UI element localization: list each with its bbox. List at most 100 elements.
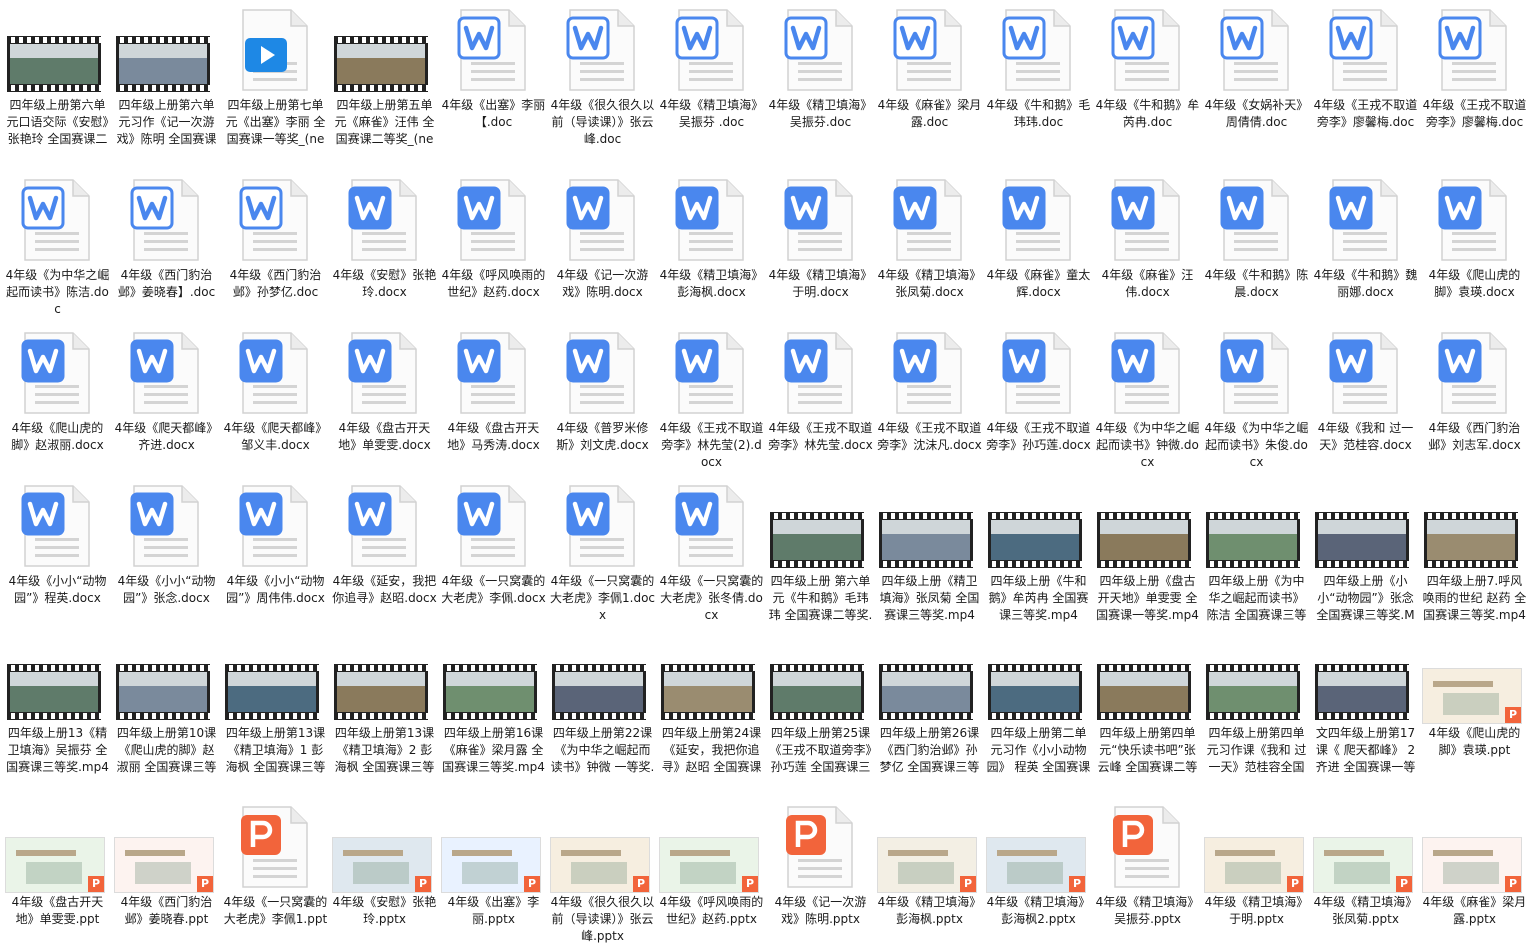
file-thumbnail[interactable] <box>875 4 984 96</box>
file-thumbnail[interactable] <box>221 174 330 266</box>
file-thumbnail[interactable] <box>112 174 221 266</box>
file-thumbnail[interactable] <box>1093 480 1202 572</box>
file-thumbnail[interactable]: P <box>439 801 548 893</box>
file-thumbnail[interactable] <box>984 174 1093 266</box>
file-thumbnail[interactable] <box>1420 480 1527 572</box>
file-thumbnail[interactable] <box>1202 480 1311 572</box>
file-name: 四年级上册《盘古开天地》单雯雯 全国赛课一等奖.mp4 <box>1096 574 1199 622</box>
file-thumbnail[interactable] <box>984 327 1093 419</box>
ppt-logo-icon <box>786 815 826 855</box>
word-logo-icon <box>1329 339 1373 383</box>
file-thumbnail[interactable] <box>3 632 112 724</box>
file-thumbnail[interactable]: P <box>3 801 112 893</box>
file-thumbnail[interactable]: P <box>984 801 1093 893</box>
file-thumbnail[interactable] <box>875 480 984 572</box>
file-thumbnail[interactable] <box>1202 632 1311 724</box>
file-thumbnail[interactable]: P <box>657 801 766 893</box>
file-thumbnail[interactable]: P <box>1202 801 1311 893</box>
file-thumbnail[interactable] <box>548 632 657 724</box>
file-thumbnail[interactable] <box>1093 327 1202 419</box>
file-thumbnail[interactable] <box>221 632 330 724</box>
file-thumbnail[interactable] <box>1311 480 1420 572</box>
file-thumbnail[interactable] <box>1420 174 1527 266</box>
file-thumbnail[interactable] <box>984 480 1093 572</box>
file-thumbnail[interactable]: P <box>1311 801 1420 893</box>
file-thumbnail[interactable] <box>439 174 548 266</box>
file-thumbnail[interactable] <box>766 4 875 96</box>
file-thumbnail[interactable] <box>984 632 1093 724</box>
file-thumbnail[interactable] <box>766 327 875 419</box>
file-thumbnail[interactable] <box>766 632 875 724</box>
file-thumbnail[interactable] <box>766 480 875 572</box>
file-thumbnail[interactable] <box>330 632 439 724</box>
file-thumbnail[interactable]: P <box>875 801 984 893</box>
file-thumbnail[interactable]: P <box>1420 801 1527 893</box>
file-thumbnail[interactable] <box>112 632 221 724</box>
file-thumbnail[interactable] <box>1202 327 1311 419</box>
file-thumbnail[interactable] <box>221 801 330 893</box>
file-thumbnail[interactable] <box>548 480 657 572</box>
word-logo-icon <box>239 492 283 536</box>
file-thumbnail[interactable] <box>548 174 657 266</box>
file-thumbnail[interactable] <box>657 327 766 419</box>
file-thumbnail[interactable] <box>1202 4 1311 96</box>
file-thumbnail[interactable] <box>875 632 984 724</box>
ppt-badge-icon: P <box>633 876 649 892</box>
file-thumbnail[interactable] <box>439 480 548 572</box>
file-thumbnail[interactable] <box>1093 801 1202 893</box>
slide-thumbnail-icon: P <box>441 837 541 893</box>
file-name: 4年级《精卫填海》吴振芬.pptx <box>1095 895 1200 926</box>
file-thumbnail[interactable] <box>221 4 330 96</box>
file-thumbnail[interactable] <box>1311 174 1420 266</box>
file-thumbnail[interactable] <box>875 174 984 266</box>
word-logo-icon <box>1002 16 1046 60</box>
file-thumbnail[interactable] <box>766 174 875 266</box>
file-thumbnail[interactable] <box>1311 632 1420 724</box>
file-thumbnail[interactable] <box>1093 4 1202 96</box>
file-thumbnail[interactable] <box>657 4 766 96</box>
ppt-badge-icon: P <box>960 876 976 892</box>
file-thumbnail[interactable] <box>657 174 766 266</box>
file-thumbnail[interactable] <box>875 327 984 419</box>
file-thumbnail[interactable] <box>1093 632 1202 724</box>
video-thumbnail-icon <box>116 36 210 92</box>
file-thumbnail[interactable]: P <box>548 801 657 893</box>
file-thumbnail[interactable]: P <box>112 801 221 893</box>
word-logo-icon <box>457 339 501 383</box>
file-thumbnail[interactable] <box>984 4 1093 96</box>
file-thumbnail[interactable] <box>657 480 766 572</box>
file-thumbnail[interactable] <box>3 174 112 266</box>
file-thumbnail[interactable] <box>439 632 548 724</box>
file-thumbnail[interactable] <box>3 327 112 419</box>
file-thumbnail[interactable] <box>1202 174 1311 266</box>
file-thumbnail[interactable] <box>657 632 766 724</box>
file-thumbnail[interactable]: P <box>330 801 439 893</box>
file-thumbnail[interactable] <box>439 327 548 419</box>
file-thumbnail[interactable] <box>112 327 221 419</box>
file-thumbnail[interactable]: P <box>1420 632 1527 724</box>
file-thumbnail[interactable] <box>548 4 657 96</box>
file-thumbnail[interactable] <box>330 327 439 419</box>
file-thumbnail[interactable] <box>112 480 221 572</box>
file-thumbnail[interactable] <box>3 480 112 572</box>
file-thumbnail[interactable] <box>548 327 657 419</box>
file-thumbnail[interactable] <box>439 4 548 96</box>
file-thumbnail[interactable] <box>1420 4 1527 96</box>
file-thumbnail[interactable] <box>330 480 439 572</box>
file-thumbnail[interactable] <box>1311 327 1420 419</box>
file-thumbnail[interactable] <box>330 4 439 96</box>
file-thumbnail[interactable] <box>112 4 221 96</box>
file-name: 四年级上册第七单元《出塞》李丽 全国赛课一等奖_(new).avi <box>225 98 326 146</box>
file-name: 四年级上册《小小“动物园”》张念 全国赛课三等奖.MP4 <box>1316 574 1415 622</box>
file-thumbnail[interactable] <box>330 174 439 266</box>
word-logo-icon <box>1438 16 1482 60</box>
file-name: 4年级《爬天都峰》邹义丰.docx <box>223 421 328 452</box>
file-thumbnail[interactable] <box>3 4 112 96</box>
file-thumbnail[interactable] <box>1311 4 1420 96</box>
word-logo-icon <box>1220 186 1264 230</box>
file-thumbnail[interactable] <box>766 801 875 893</box>
file-thumbnail[interactable] <box>221 480 330 572</box>
file-thumbnail[interactable] <box>1420 327 1527 419</box>
file-thumbnail[interactable] <box>1093 174 1202 266</box>
file-thumbnail[interactable] <box>221 327 330 419</box>
